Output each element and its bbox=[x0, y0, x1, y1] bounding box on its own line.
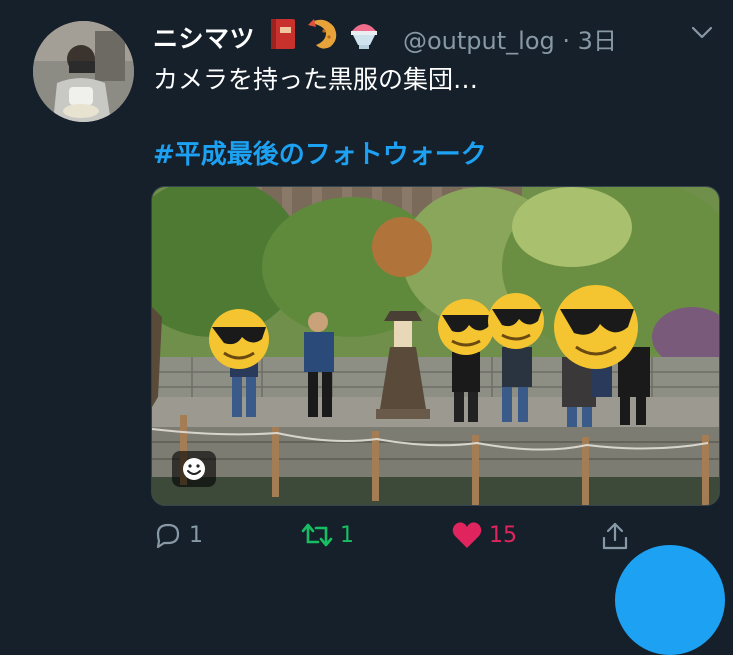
like-count: 15 bbox=[489, 522, 517, 548]
smiley-icon[interactable] bbox=[172, 451, 216, 487]
reply-button[interactable]: 1 bbox=[153, 520, 203, 550]
separator-dot: · bbox=[562, 27, 571, 55]
compose-button[interactable] bbox=[615, 545, 725, 655]
hashtag-link[interactable]: #平成最後のフォトウォーク bbox=[153, 134, 487, 171]
reply-count: 1 bbox=[189, 522, 203, 548]
tweet-header: ニシマツ @output_log · 3日 bbox=[153, 17, 713, 56]
share-icon bbox=[602, 522, 628, 550]
fried-shrimp-icon bbox=[308, 19, 337, 49]
name-emojis bbox=[268, 17, 382, 51]
tweet-time[interactable]: 3日 bbox=[578, 27, 617, 55]
avatar-photo bbox=[33, 21, 134, 122]
photo-scene bbox=[152, 187, 719, 505]
book-icon bbox=[271, 19, 295, 49]
sunglasses-face-sticker bbox=[488, 293, 544, 349]
heart-icon bbox=[452, 522, 482, 548]
share-button[interactable] bbox=[600, 520, 630, 552]
display-name[interactable]: ニシマツ bbox=[153, 19, 255, 55]
tweet-actions: 1 1 15 bbox=[153, 520, 643, 560]
handle-time: @output_log · 3日 bbox=[403, 21, 617, 56]
retweet-button[interactable]: 1 bbox=[300, 520, 354, 550]
avatar[interactable] bbox=[33, 21, 134, 122]
shaved-ice-icon bbox=[351, 24, 377, 49]
sunglasses-face-sticker bbox=[209, 309, 269, 369]
like-button[interactable]: 15 bbox=[451, 520, 517, 550]
tweet-photo[interactable] bbox=[151, 186, 720, 506]
chevron-down-icon[interactable] bbox=[691, 25, 713, 44]
reply-icon bbox=[156, 523, 180, 549]
retweet-icon bbox=[301, 523, 333, 547]
sunglasses-face-sticker bbox=[438, 299, 494, 355]
retweet-count: 1 bbox=[340, 522, 354, 548]
tweet-text: カメラを持った黒服の集団… bbox=[153, 65, 479, 94]
user-handle[interactable]: @output_log bbox=[403, 27, 555, 55]
sunglasses-face-sticker bbox=[554, 285, 638, 369]
